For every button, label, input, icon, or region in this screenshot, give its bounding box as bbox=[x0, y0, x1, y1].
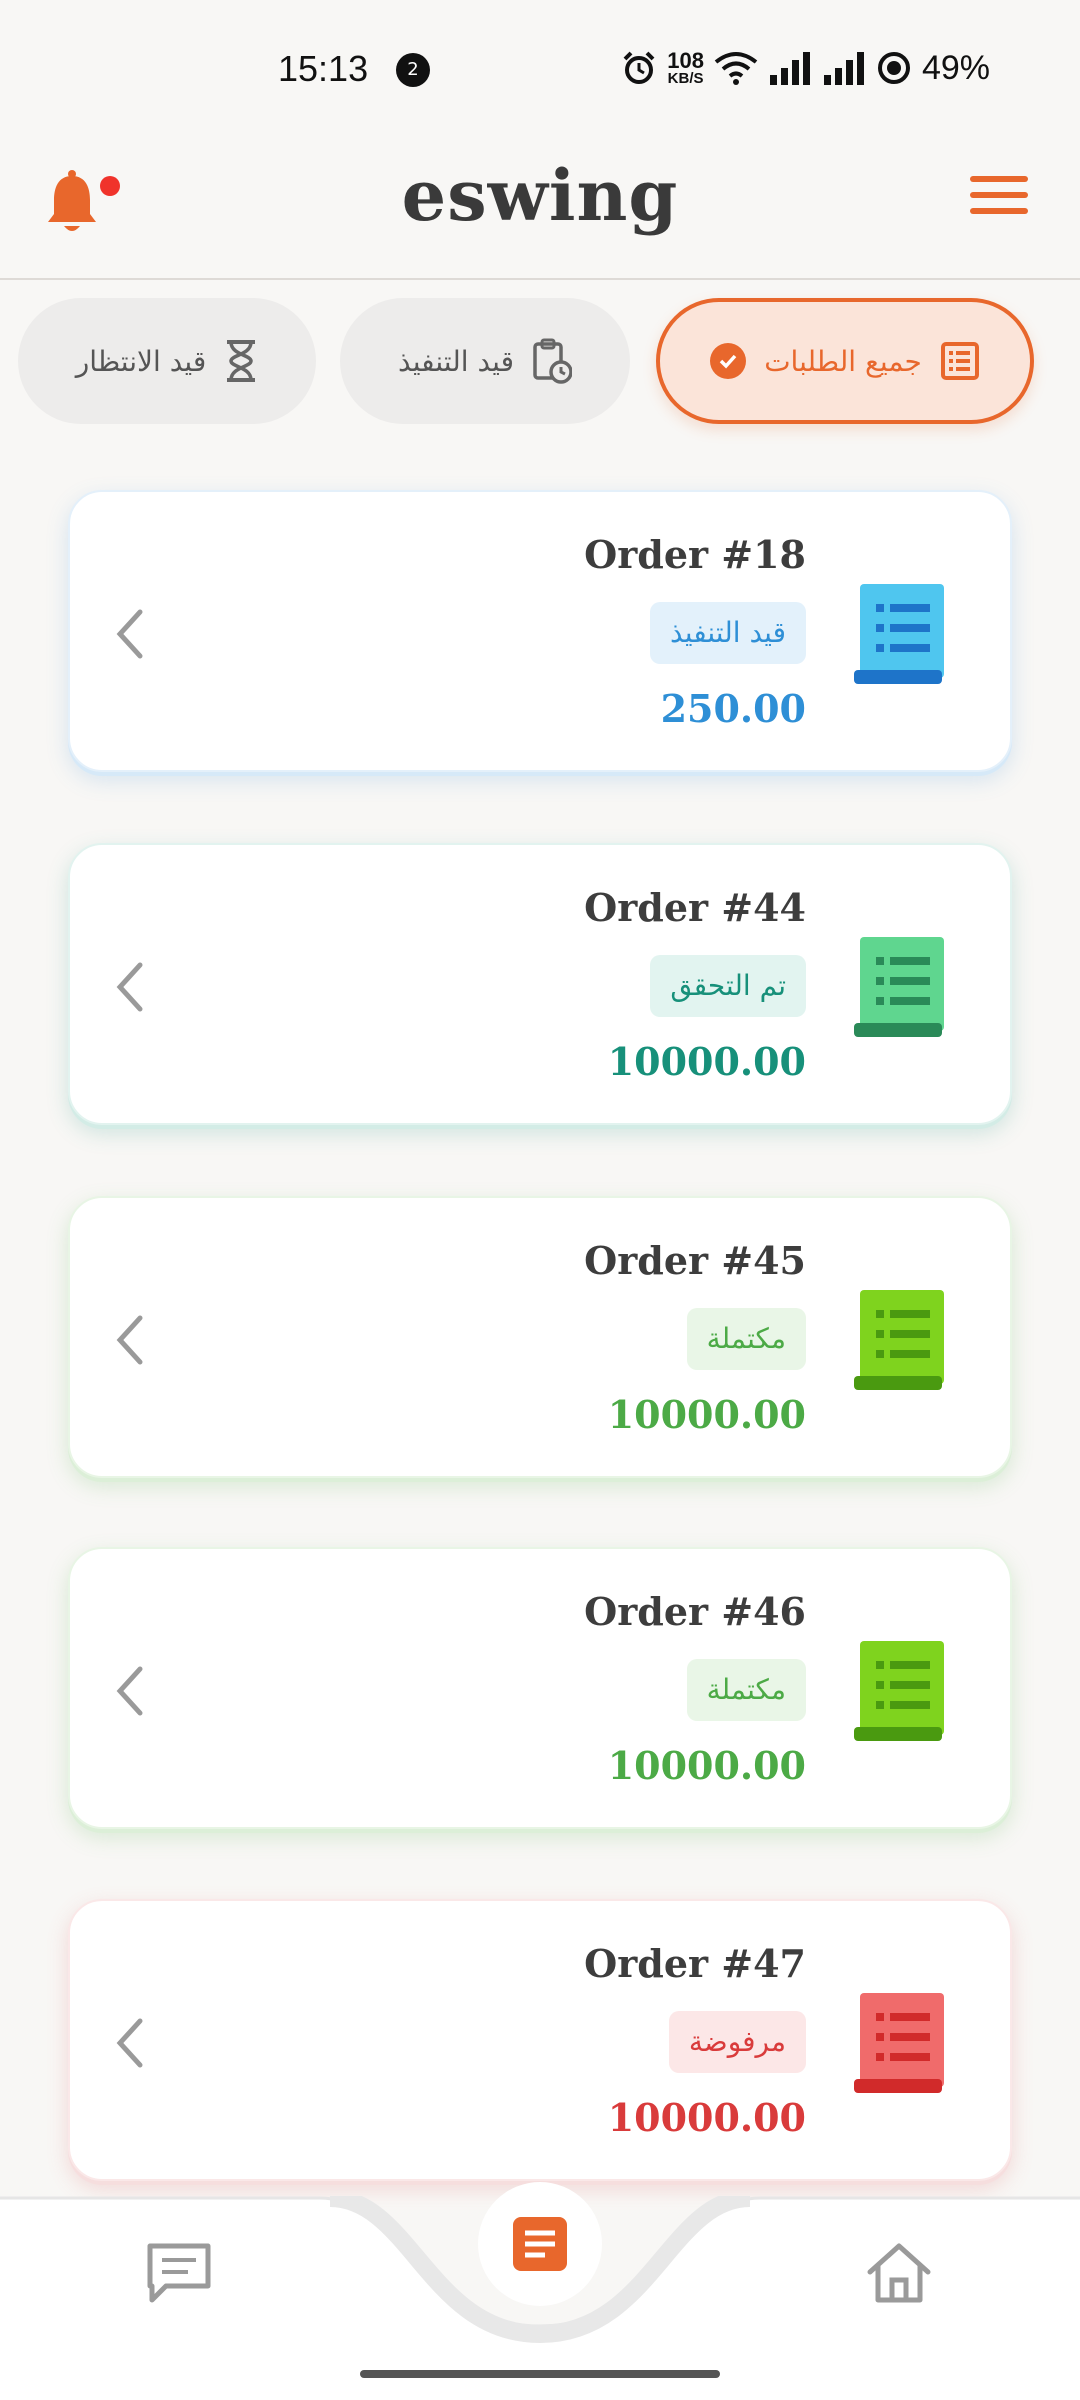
filter-tab-in-progress[interactable]: قيد التنفيذ bbox=[340, 298, 630, 424]
status-icons: 108 KB/S 49% bbox=[621, 46, 990, 90]
order-card[interactable]: Order #18 قيد التنفيذ 250.00 bbox=[68, 490, 1012, 772]
receipt-icon-teal bbox=[854, 937, 944, 1037]
filter-tab-label: جميع الطلبات bbox=[764, 344, 922, 378]
order-status-badge: مرفوضة bbox=[668, 2011, 806, 2073]
menu-icon-bar bbox=[970, 192, 1028, 198]
order-title: Order #44 bbox=[584, 885, 806, 930]
menu-icon-bar bbox=[970, 208, 1028, 214]
alarm-icon bbox=[623, 51, 655, 84]
order-status-badge: تم التحقق bbox=[650, 955, 806, 1017]
chat-icon bbox=[147, 2243, 211, 2303]
chevron-left-icon bbox=[116, 2018, 143, 2068]
clipboard-clock-icon bbox=[533, 338, 572, 384]
chevron-left-icon bbox=[116, 1666, 143, 1716]
signal-icon bbox=[769, 52, 810, 85]
order-amount: 10000.00 bbox=[607, 1039, 806, 1084]
receipt-icon-green bbox=[854, 1641, 944, 1741]
order-status-badge: مكتملة bbox=[686, 1308, 806, 1370]
order-title: Order #18 bbox=[584, 532, 806, 577]
notification-count-badge: 2 bbox=[396, 53, 430, 87]
filter-tab-all-orders[interactable]: جميع الطلبات bbox=[656, 298, 1034, 424]
menu-button[interactable] bbox=[970, 176, 1028, 220]
check-icon bbox=[710, 343, 747, 379]
status-time: 15:13 bbox=[278, 48, 369, 89]
order-card[interactable]: Order #46 مكتملة 10000.00 bbox=[68, 1547, 1012, 1829]
nav-orders-button[interactable] bbox=[478, 2182, 602, 2306]
battery-saver-icon bbox=[877, 52, 910, 84]
order-card[interactable]: Order #47 مرفوضة 10000.00 bbox=[68, 1899, 1012, 2181]
status-bar: 15:13 2 108 KB/S 49% bbox=[0, 0, 1080, 130]
network-speed: 108 KB/S bbox=[667, 47, 704, 87]
receipt-icon-green bbox=[854, 1290, 944, 1390]
order-card[interactable]: Order #44 تم التحقق 10000.00 bbox=[68, 843, 1012, 1125]
orders-icon bbox=[513, 2217, 567, 2271]
order-title: Order #47 bbox=[584, 1941, 806, 1986]
order-title: Order #45 bbox=[584, 1238, 806, 1283]
nav-home-button[interactable] bbox=[864, 2240, 934, 2306]
order-amount: 10000.00 bbox=[607, 2095, 806, 2140]
menu-icon-bar bbox=[970, 176, 1028, 182]
wifi-icon bbox=[714, 52, 758, 85]
app-header: eswing bbox=[0, 130, 1080, 280]
order-amount: 250.00 bbox=[660, 686, 806, 731]
chevron-left-icon bbox=[116, 962, 143, 1012]
signal-icon-2 bbox=[823, 52, 864, 85]
order-card[interactable]: Order #45 مكتملة 10000.00 bbox=[68, 1196, 1012, 1478]
battery-level: 49% bbox=[921, 48, 990, 87]
app-title: eswing bbox=[401, 154, 679, 237]
receipt-icon-red bbox=[854, 1993, 944, 2093]
order-status-badge: قيد التنفيذ bbox=[650, 602, 806, 664]
hourglass-icon bbox=[227, 340, 256, 382]
list-document-icon bbox=[940, 342, 979, 380]
filter-tab-pending[interactable]: قيد الانتظار bbox=[18, 298, 316, 424]
order-title: Order #46 bbox=[584, 1589, 806, 1634]
nav-chat-button[interactable] bbox=[144, 2240, 214, 2306]
filter-tab-label: قيد التنفيذ bbox=[398, 344, 514, 378]
filter-tab-label: قيد الانتظار bbox=[75, 344, 207, 378]
order-amount: 10000.00 bbox=[607, 1743, 806, 1788]
order-status-badge: مكتملة bbox=[686, 1659, 806, 1721]
chevron-left-icon bbox=[116, 609, 143, 659]
home-indicator[interactable] bbox=[360, 2370, 720, 2378]
order-amount: 10000.00 bbox=[607, 1392, 806, 1437]
receipt-icon-blue bbox=[854, 584, 944, 684]
home-icon bbox=[867, 2243, 931, 2303]
chevron-left-icon bbox=[116, 1315, 143, 1365]
